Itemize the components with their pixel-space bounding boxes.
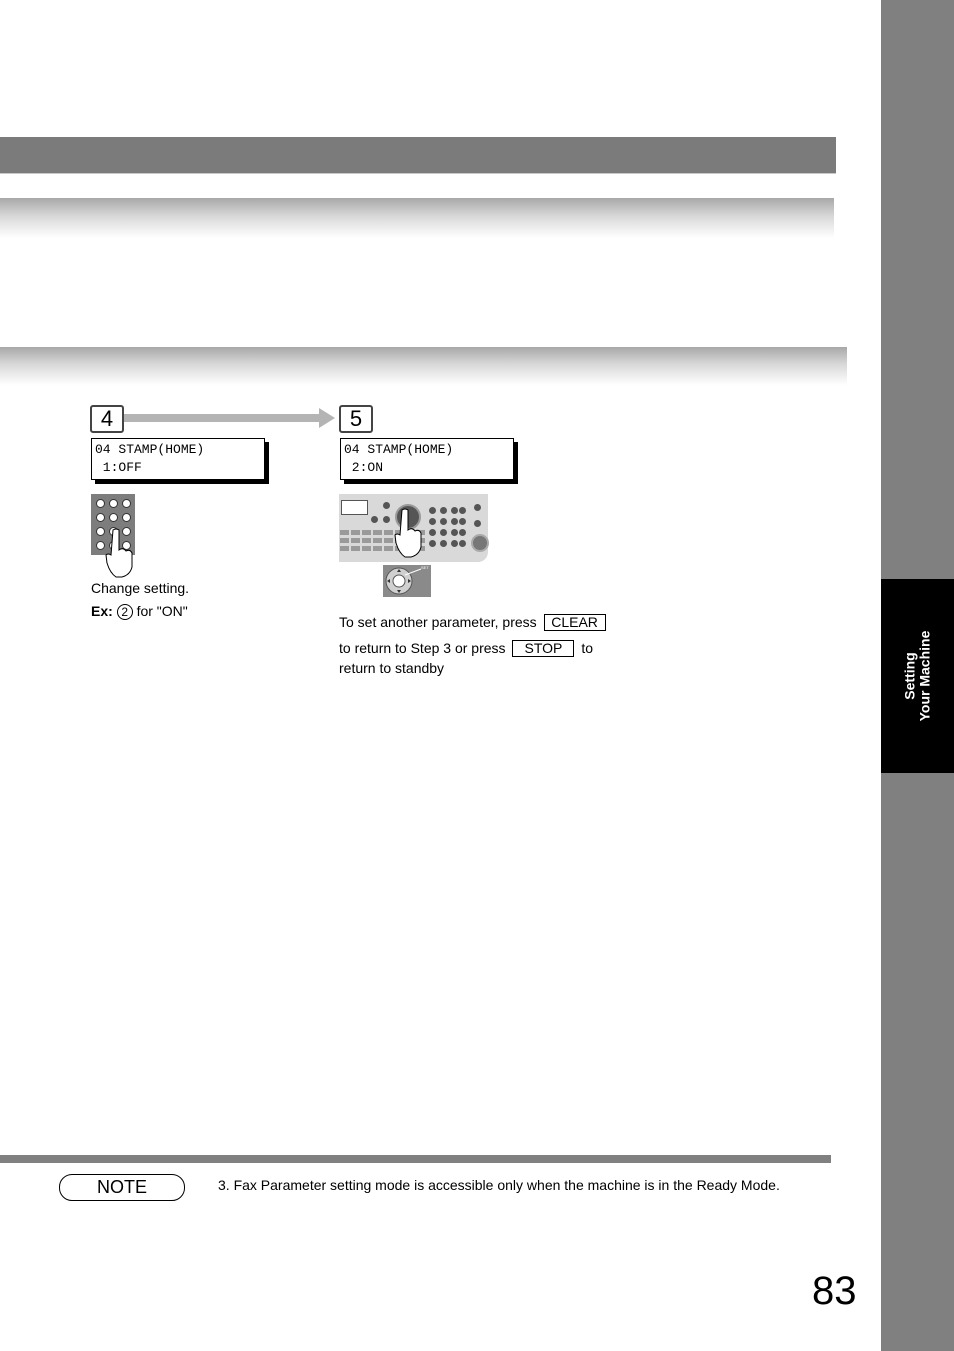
lcd-line2: 1:OFF [95, 460, 142, 475]
step-arrow-head-icon [319, 408, 335, 428]
step-5-text-part3: to [581, 640, 593, 656]
side-tab-line1: Setting [901, 652, 918, 700]
key-2-icon: 2 [116, 604, 133, 621]
step-5-lcd-display: 04 STAMP(HOME) 2:ON [340, 438, 514, 480]
step-5-text-line1: To set another parameter, press CLEAR [339, 612, 606, 632]
clear-key-label: CLEAR [543, 614, 606, 631]
step-arrow-line [124, 414, 320, 422]
title-bar [0, 137, 836, 174]
step-5-text-part1: To set another parameter, press [339, 614, 537, 630]
step-4-lcd-display: 04 STAMP(HOME) 1:OFF [91, 438, 265, 480]
step-5-text-line3: return to standby [339, 660, 445, 676]
stop-key-label: STOP [512, 640, 575, 657]
subsection-header-bar [0, 347, 847, 385]
set-label: SET [421, 565, 429, 570]
step-4-instruction: Change setting. [91, 580, 190, 596]
step-5-number: 5 [339, 405, 373, 433]
step-4-example: Ex: 2 for "ON" [91, 601, 188, 621]
example-label: Ex: [91, 603, 113, 619]
pressing-finger-icon [394, 508, 422, 558]
navigation-pad-illustration: SET [383, 565, 431, 597]
side-tab-line2: Your Machine [916, 630, 933, 722]
page-number: 83 [812, 1269, 857, 1313]
bottom-rule [0, 1155, 831, 1163]
pressing-finger-icon [105, 528, 133, 578]
section-header-bar [0, 198, 834, 238]
lcd-line1: 04 STAMP(HOME) [344, 442, 454, 457]
step-4-number: 4 [90, 405, 124, 433]
step-5-text-part2: to return to Step 3 or press [339, 640, 506, 656]
example-suffix: for "ON" [136, 603, 188, 619]
note-text: 3. Fax Parameter setting mode is accessi… [218, 1177, 780, 1193]
step-5-text-line2: to return to Step 3 or press STOP to [339, 638, 593, 658]
lcd-line2: 2:ON [344, 460, 384, 475]
note-label: NOTE [59, 1174, 185, 1201]
lcd-line1: 04 STAMP(HOME) [95, 442, 205, 457]
side-tab-label: Setting Your Machine [881, 579, 954, 773]
